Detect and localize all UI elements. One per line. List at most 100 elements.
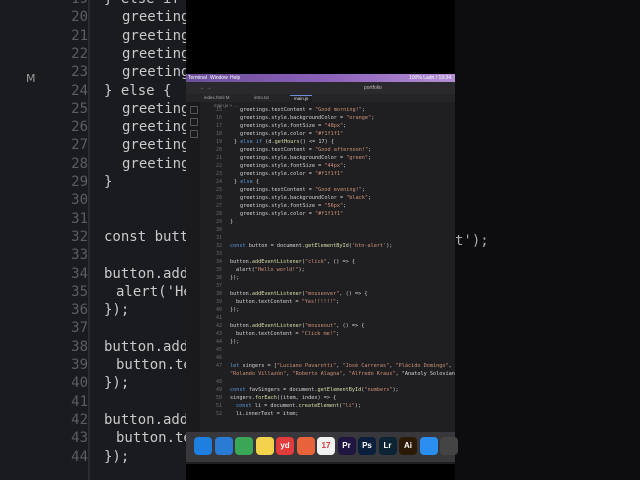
line-number: 47 xyxy=(215,363,222,369)
background-line-number: 22 xyxy=(71,45,88,62)
code-line[interactable]: 17 greetings.style.fontSize = "48px"; xyxy=(200,122,455,130)
code-line[interactable]: 36}); xyxy=(200,274,455,282)
lightroom-icon[interactable]: Lr xyxy=(378,437,397,455)
vscode-icon[interactable] xyxy=(214,437,233,455)
code-line[interactable]: 32 const button = document.getElementById… xyxy=(200,242,455,250)
explorer-icon[interactable] xyxy=(190,106,198,114)
code-line[interactable]: 31 xyxy=(200,234,455,242)
code-line[interactable]: 28 greetings.style.color = "#f1f1f1" xyxy=(200,210,455,218)
code-line[interactable]: 40}); xyxy=(200,306,455,314)
code-line[interactable]: 49 const favSingers = document.getElement… xyxy=(200,386,455,394)
line-code: } else if (d.getHours() <= 17) { xyxy=(234,139,334,145)
code-line[interactable]: 51 const li = document.createElement("li"… xyxy=(200,402,455,410)
line-number: 38 xyxy=(215,291,222,297)
line-code: singers.forEach((item, index) => { xyxy=(230,395,337,401)
line-code: greetings.style.backgroundColor = "orang… xyxy=(240,115,375,121)
code-line[interactable]: 44}); xyxy=(200,338,455,346)
background-code-fragment: t'); xyxy=(455,233,489,249)
line-code: greetings.style.backgroundColor = "black… xyxy=(240,195,372,201)
code-line[interactable]: 24} else { xyxy=(200,178,455,186)
line-code: const button = document.getElementById('… xyxy=(230,243,393,249)
code-line[interactable]: 20 greetings.textContent = "Good afternoo… xyxy=(200,146,455,154)
code-line[interactable]: 45 xyxy=(200,346,455,354)
nav-arrows-icon[interactable]: ← → xyxy=(200,85,211,91)
safari-icon[interactable] xyxy=(194,437,212,455)
figma-icon[interactable] xyxy=(296,437,315,455)
line-number: 24 xyxy=(215,179,222,185)
code-line[interactable]: 16 greetings.style.backgroundColor = "ora… xyxy=(200,114,455,122)
code-line[interactable]: 38 button.addEventListener("mouseover", (… xyxy=(200,290,455,298)
background-code-line: greetings xyxy=(122,64,186,81)
code-line[interactable]: 21 greetings.style.backgroundColor = "gre… xyxy=(200,154,455,162)
background-code-line: greetings xyxy=(122,27,186,44)
code-line[interactable]: 18 greetings.style.color = "#f1f1f1" xyxy=(200,130,455,138)
source-control-icon[interactable] xyxy=(190,130,198,138)
code-line[interactable]: 35 alert("Hello world!"); xyxy=(200,266,455,274)
code-line[interactable]: 23 greetings.style.color = "#f1f1f1" xyxy=(200,170,455,178)
line-number: 48 xyxy=(215,379,222,385)
line-code: greetings.style.color = "#f1f1f1" xyxy=(240,211,344,217)
line-number: 36 xyxy=(215,275,222,281)
background-code-line: button.addE xyxy=(104,265,186,282)
code-line[interactable]: 33 xyxy=(200,250,455,258)
appstore-icon[interactable] xyxy=(419,437,438,455)
menu-help[interactable]: Help xyxy=(230,75,240,81)
code-line[interactable]: 30 xyxy=(200,226,455,234)
notes-icon[interactable] xyxy=(255,437,274,455)
background-line-number: 24 xyxy=(71,82,88,99)
tab-index-html[interactable]: index.html M xyxy=(200,95,234,102)
code-line[interactable]: 15 greetings.textContent = "Good morning!… xyxy=(200,106,455,114)
code-line[interactable]: 48 xyxy=(200,378,455,386)
menu-terminal[interactable]: Terminal xyxy=(188,75,207,81)
photoshop-icon[interactable]: Ps xyxy=(358,437,376,455)
code-line[interactable]: 46 xyxy=(200,354,455,362)
code-line[interactable]: 41 xyxy=(200,314,455,322)
line-code: }); xyxy=(230,275,240,281)
code-line[interactable]: "Rolando Villazón", "Roberto Alagna", "A… xyxy=(200,370,455,378)
tab-intro-txt[interactable]: intro.txt xyxy=(250,95,273,102)
code-line[interactable]: 29} xyxy=(200,218,455,226)
background-code-line: } else if xyxy=(104,0,180,7)
code-line[interactable]: 37 xyxy=(200,282,455,290)
code-line[interactable]: 26 greetings.style.backgroundColor = "bla… xyxy=(200,194,455,202)
code-line[interactable]: 47 let singers = ["Luciano Pavarotti", "J… xyxy=(200,362,455,370)
background-code-line: alert('He xyxy=(116,283,186,300)
code-line[interactable]: 25 greetings.textContent = "Good evening!… xyxy=(200,186,455,194)
background-line-number: 41 xyxy=(71,393,88,410)
code-line[interactable]: 22 greetings.style.fontSize = "44px"; xyxy=(200,162,455,170)
line-code: let singers = ["Luciano Pavarotti", "Jos… xyxy=(230,363,455,369)
menu-window[interactable]: Window xyxy=(210,75,228,81)
yd-icon[interactable]: yd xyxy=(276,437,294,455)
code-line[interactable]: 39 button.textContent = "Yes!!!!!!"; xyxy=(200,298,455,306)
premiere-icon[interactable]: Pr xyxy=(337,437,356,455)
background-line-number: 35 xyxy=(71,283,88,300)
illustrator-icon[interactable]: Ai xyxy=(399,437,417,455)
other-icon[interactable] xyxy=(440,437,458,455)
code-line[interactable]: 52 li.innerText = item; xyxy=(200,410,455,418)
line-code: greetings.textContent = "Good morning!"; xyxy=(240,107,365,113)
background-code-line: } else { xyxy=(104,82,172,99)
code-line[interactable]: 43 button.textContent = "Click me!"; xyxy=(200,330,455,338)
line-code: button.addEventListener("mouseout", () =… xyxy=(230,323,365,329)
background-line-number: 31 xyxy=(71,210,88,227)
background-line-number: 37 xyxy=(71,320,88,337)
activity-bar xyxy=(186,102,200,442)
search-icon[interactable] xyxy=(190,118,198,126)
calendar-icon[interactable]: 17 xyxy=(317,437,335,455)
code-line[interactable]: 27 greetings.style.fontSize = "56px"; xyxy=(200,202,455,210)
background-line-number: 26 xyxy=(71,119,88,136)
background-line-number: 19 xyxy=(0,0,88,7)
code-line[interactable]: 50 singers.forEach((item, index) => { xyxy=(200,394,455,402)
line-code: greetings.style.fontSize = "56px"; xyxy=(240,203,347,209)
code-line[interactable]: 34 button.addEventListener("click", () =>… xyxy=(200,258,455,266)
line-number: 39 xyxy=(215,299,222,305)
tab-main-js[interactable]: main.js xyxy=(290,95,313,103)
line-number: 23 xyxy=(215,171,222,177)
background-code-line: button.addEv xyxy=(104,411,186,428)
code-editor[interactable]: 15 greetings.textContent = "Good morning!… xyxy=(200,106,455,436)
chrome-icon[interactable] xyxy=(235,437,253,455)
line-code: "Rolando Villazón", "Roberto Alagna", "A… xyxy=(230,371,455,377)
code-line[interactable]: 42 button.addEventListener("mouseout", ()… xyxy=(200,322,455,330)
background-editor-right: t'); xyxy=(455,0,640,480)
code-line[interactable]: 19} else if (d.getHours() <= 17) { xyxy=(200,138,455,146)
